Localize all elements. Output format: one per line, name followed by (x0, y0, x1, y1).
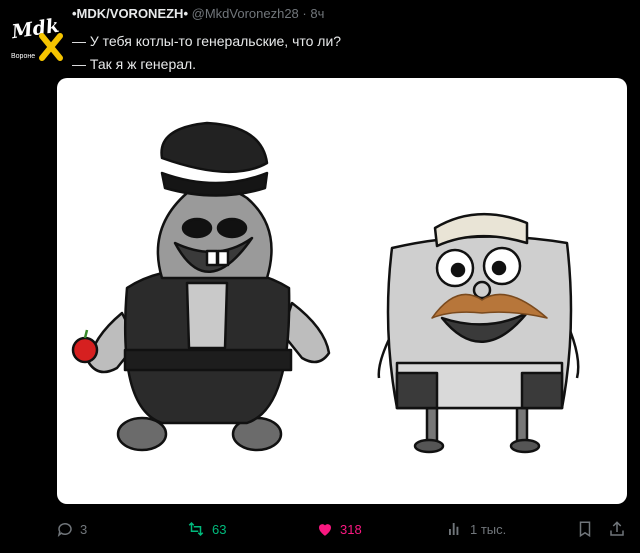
reply-icon (56, 520, 74, 538)
patrick-character (71, 121, 331, 452)
bookmark-button[interactable] (576, 520, 594, 538)
author-handle[interactable]: @MkdVoronezh28 (192, 6, 299, 21)
post-header: •MDK/VORONEZH• @MkdVoronezh28 · 8ч (72, 6, 324, 21)
avatar-logo-text: Mdk (9, 15, 60, 44)
x-logo-icon (39, 33, 63, 61)
like-button[interactable]: 318 (316, 520, 362, 538)
spongebob-character (377, 212, 580, 454)
avatar[interactable]: Mdk Вороне (8, 8, 64, 64)
like-count: 318 (340, 521, 362, 537)
post-text: — У тебя котлы-то генеральские, что ли? … (72, 30, 341, 76)
post-text-line: — Так я ж генерал. (72, 56, 197, 72)
repost-icon (186, 520, 206, 538)
separator: · (302, 6, 307, 21)
post-text-line: — У тебя котлы-то генеральские, что ли? (72, 33, 342, 49)
reply-button[interactable]: 3 (56, 520, 87, 538)
share-button[interactable] (608, 520, 626, 538)
share-icon (608, 520, 626, 538)
like-icon (316, 520, 334, 538)
avatar-sub-text: Вороне (11, 53, 35, 60)
post-time[interactable]: 8ч (310, 6, 324, 21)
repost-count: 63 (212, 521, 227, 537)
views-button[interactable]: 1 тыс. (446, 520, 506, 538)
post-actions: 3 63 318 1 тыс. (0, 516, 640, 546)
author-name[interactable]: •MDK/VORONEZH• (72, 6, 188, 21)
reply-count: 3 (80, 521, 88, 537)
cartoon-illustration (71, 121, 580, 454)
post-image[interactable] (57, 78, 627, 504)
repost-button[interactable]: 63 (186, 520, 226, 538)
views-icon (446, 520, 464, 538)
views-count: 1 тыс. (470, 521, 507, 537)
bookmark-icon (576, 520, 594, 538)
